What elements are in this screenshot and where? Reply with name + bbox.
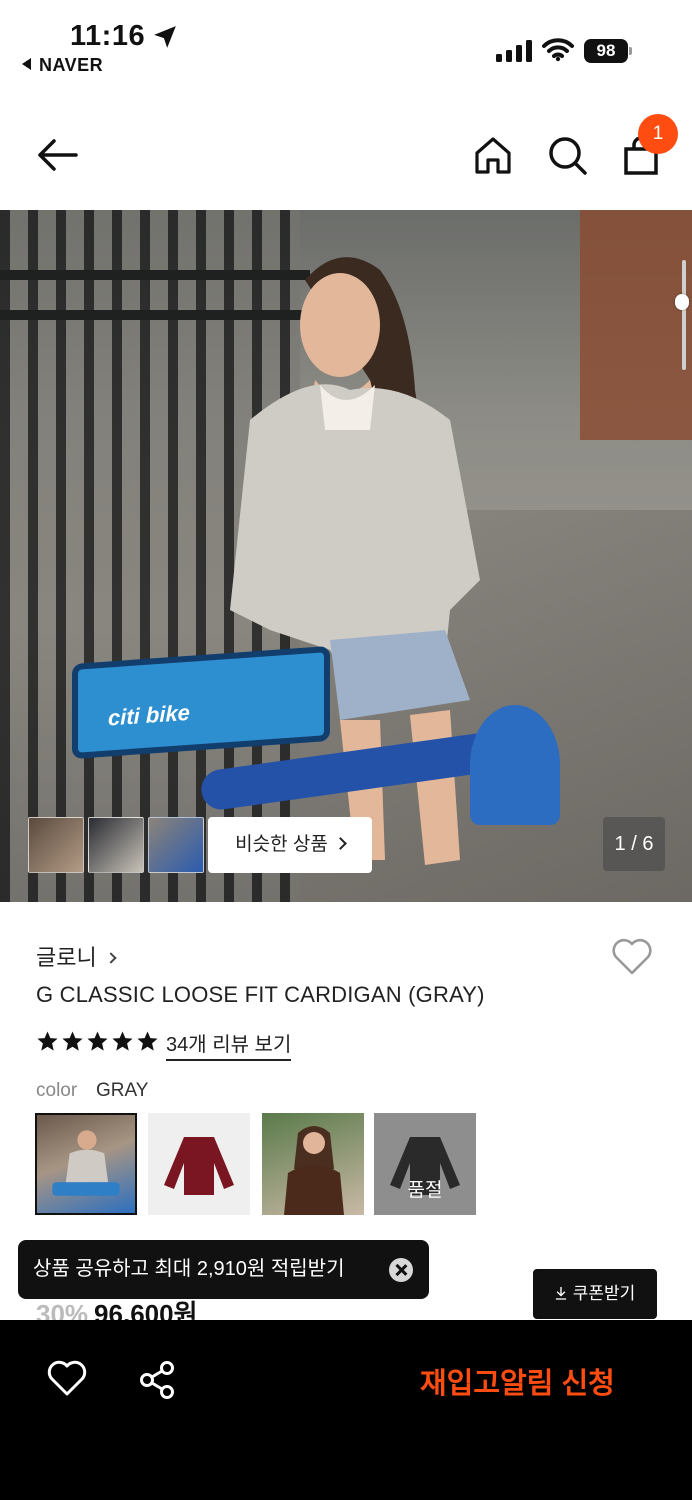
color-swatch-black[interactable]: 품절	[374, 1113, 476, 1215]
color-swatch-gray[interactable]	[35, 1113, 137, 1215]
battery-indicator: 98	[584, 39, 632, 63]
color-label: color	[36, 1080, 78, 1101]
chevron-right-icon	[105, 952, 117, 964]
battery-cap	[629, 47, 632, 55]
back-arrow-icon[interactable]	[34, 132, 80, 178]
download-icon	[555, 1287, 566, 1300]
back-app-label: NAVER	[39, 55, 104, 75]
basket-brand-text: citi bike	[108, 699, 190, 731]
chevron-right-icon	[333, 837, 347, 850]
star-icon	[112, 1031, 133, 1051]
wishlist-heart-icon[interactable]	[46, 1358, 88, 1398]
swatch-photo	[164, 1137, 234, 1195]
sold-out-label: 품절	[407, 1180, 443, 1201]
cellular-signal-icon	[496, 40, 532, 62]
similar-products-label: 비슷한 상품	[235, 834, 328, 855]
share-reward-toast[interactable]: 상품 공유하고 최대 2,910원 적립받기	[18, 1240, 429, 1299]
brand-name: 글로니	[36, 945, 97, 970]
scrollbar-thumb[interactable]	[675, 294, 689, 310]
bottom-action-bar	[0, 1320, 692, 1500]
product-title: G CLASSIC LOOSE FIT CARDIGAN (GRAY)	[36, 982, 485, 1007]
color-swatch-brown[interactable]	[262, 1113, 364, 1215]
location-arrow-icon	[154, 26, 176, 48]
coupon-label: 쿠폰받기	[572, 1284, 636, 1303]
top-nav	[0, 100, 692, 210]
coupon-button[interactable]: 쿠폰받기	[533, 1269, 657, 1319]
scrollbar-track[interactable]	[682, 260, 686, 370]
swatch-photo	[284, 1126, 344, 1215]
status-time: 11:16	[70, 20, 146, 52]
close-icon[interactable]	[389, 1258, 413, 1282]
home-icon[interactable]	[470, 132, 516, 178]
gallery-thumbnail[interactable]	[88, 817, 144, 873]
back-to-app-link[interactable]: NAVER	[22, 55, 103, 76]
cart-count-badge: 1	[638, 114, 678, 154]
color-value: GRAY	[96, 1080, 149, 1101]
brick-wall	[580, 210, 692, 440]
battery-level: 98	[584, 39, 628, 63]
swatch-photo	[52, 1130, 120, 1196]
star-icon	[62, 1031, 83, 1051]
restock-alert-button[interactable]: 재입고알림 신청	[420, 1360, 615, 1402]
wifi-icon	[542, 38, 574, 62]
status-bar: 11:16 NAVER 98	[0, 0, 692, 90]
star-icon	[37, 1031, 58, 1051]
share-icon[interactable]	[138, 1360, 176, 1400]
bike-fender	[470, 705, 560, 825]
star-rating	[36, 1030, 161, 1058]
heart-icon[interactable]	[610, 936, 654, 976]
review-link[interactable]: 34개 리뷰 보기	[166, 1028, 292, 1061]
star-icon	[87, 1031, 108, 1051]
search-icon[interactable]	[544, 132, 590, 178]
star-icon	[137, 1031, 158, 1051]
gallery-thumbnail[interactable]	[28, 817, 84, 873]
color-swatch-burgundy[interactable]	[148, 1113, 250, 1215]
image-pager: 1 / 6	[603, 817, 665, 871]
back-triangle-icon	[22, 58, 31, 70]
gallery-thumbnail[interactable]	[148, 817, 204, 873]
similar-products-button[interactable]: 비슷한 상품	[208, 817, 372, 873]
bike-basket: citi bike	[72, 645, 330, 760]
toast-text: 상품 공유하고 최대 2,910원 적립받기	[33, 1258, 345, 1280]
product-image-gallery[interactable]: citi bike	[0, 210, 692, 902]
brand-link[interactable]: 글로니	[36, 940, 117, 972]
